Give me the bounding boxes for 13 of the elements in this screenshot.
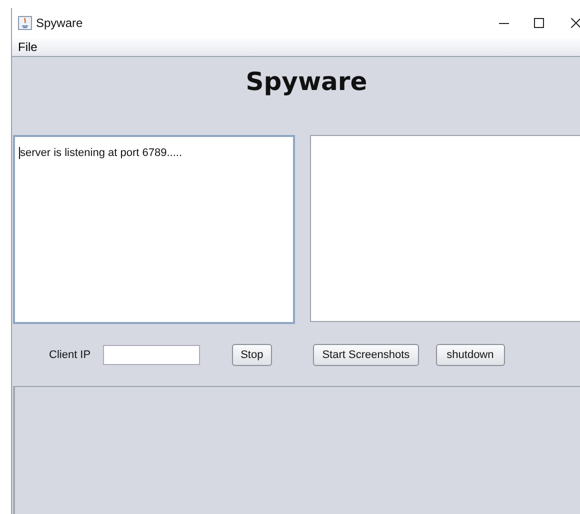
input-field[interactable] <box>102 345 200 365</box>
close-icon[interactable] <box>571 18 580 28</box>
log-area[interactable]: server is listening at port 6789..... <box>13 135 295 324</box>
action-button[interactable]: Stop <box>232 344 272 366</box>
action-button[interactable]: Start Screenshots <box>313 344 419 366</box>
window-title: Spyware <box>36 16 83 30</box>
log-text: server is listening at port 6789..... <box>19 147 182 159</box>
maximize-icon[interactable] <box>534 18 544 28</box>
action-button[interactable]: shutdown <box>436 344 505 366</box>
app-heading: Spyware <box>246 67 368 96</box>
app-icon <box>18 16 32 30</box>
field-label: Client IP <box>49 349 91 361</box>
menu-item[interactable]: File <box>18 40 38 54</box>
